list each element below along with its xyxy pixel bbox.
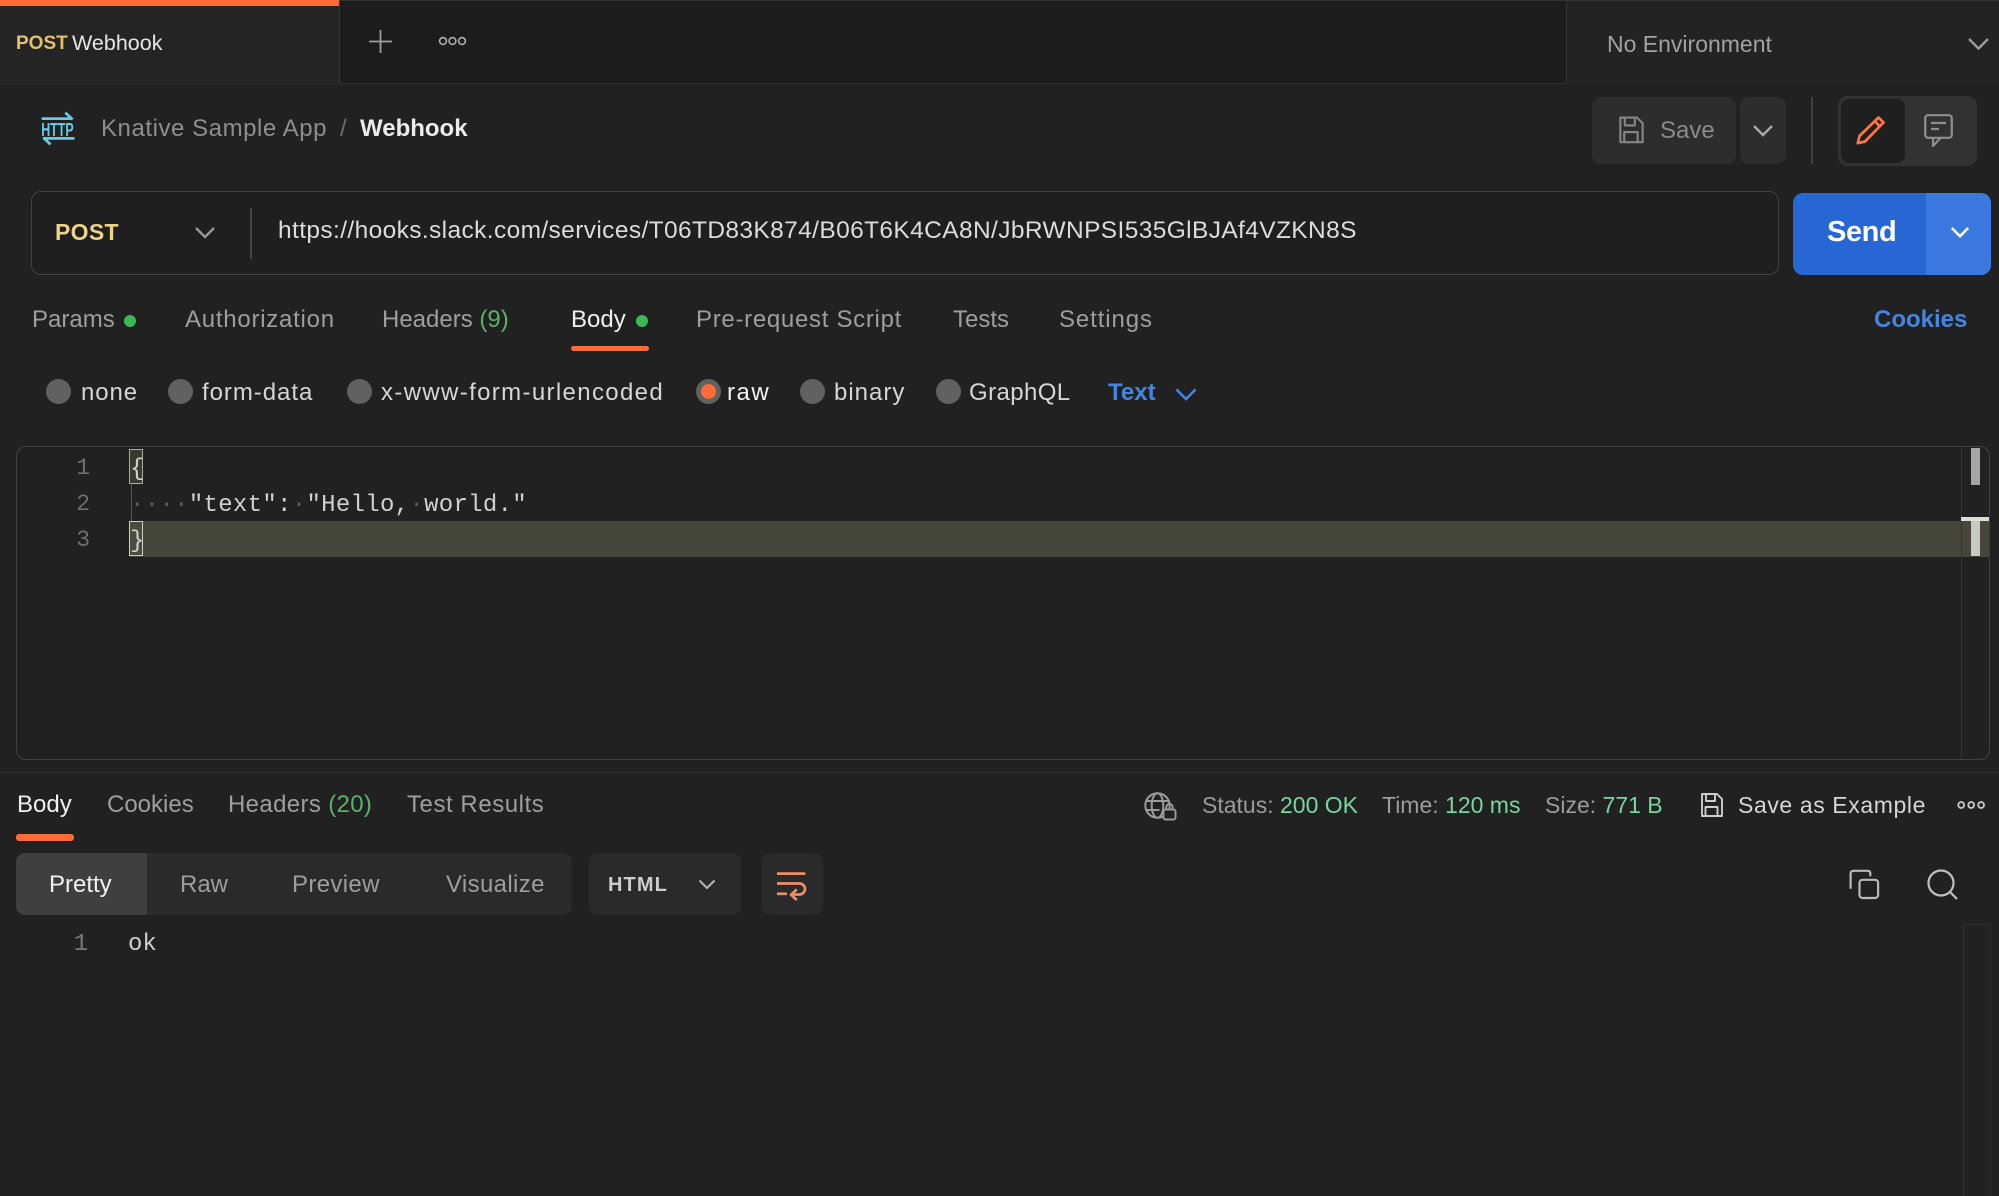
svg-text:HTTP: HTTP	[41, 119, 73, 140]
